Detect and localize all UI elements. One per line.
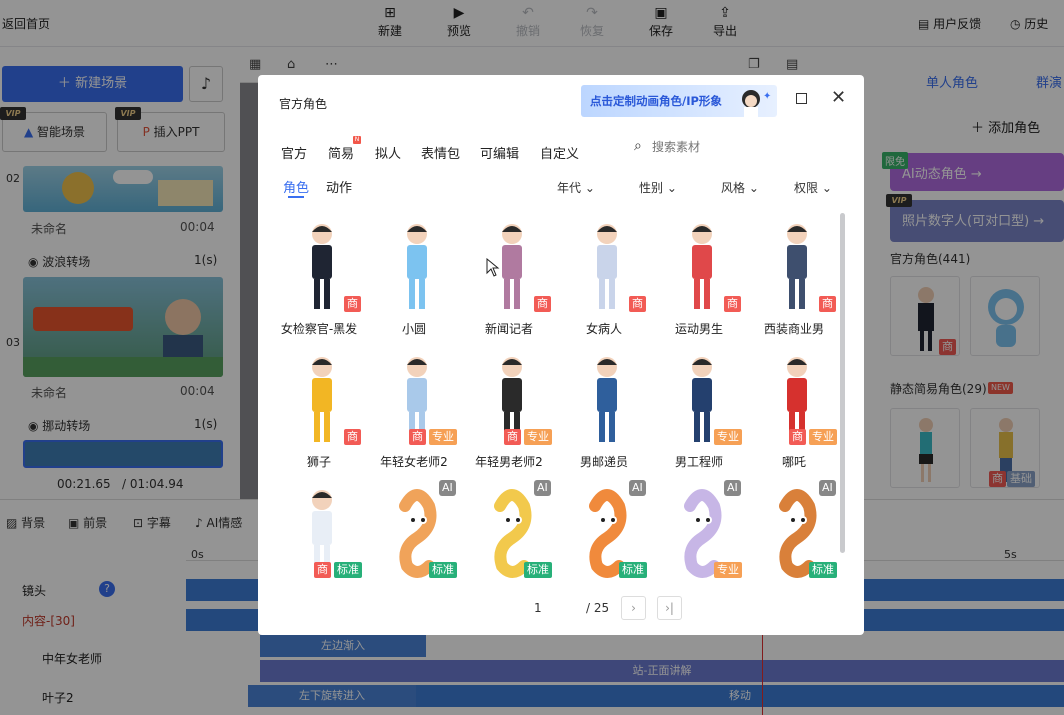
character-figure: [312, 357, 332, 442]
svg-text:✦: ✦: [763, 91, 771, 102]
character-figure: [692, 224, 712, 309]
character-name: 西装商业男: [763, 322, 824, 336]
tab-official[interactable]: 官方: [281, 143, 307, 162]
ai-badge: AI: [819, 480, 836, 496]
character-card[interactable]: 商新闻记者: [464, 214, 554, 336]
character-name: 年轻女老师2: [380, 455, 448, 469]
subtab-role[interactable]: 角色: [283, 177, 309, 196]
character-name: 男邮递员: [579, 455, 628, 469]
character-card[interactable]: AI 标准: [464, 480, 554, 582]
custom-ip-promo-banner[interactable]: 点击定制动画角色/IP形象 ✦: [581, 85, 777, 117]
commercial-badge: 商: [534, 296, 551, 312]
tab-personified[interactable]: 拟人: [375, 143, 401, 162]
character-card[interactable]: 标准商: [274, 480, 364, 582]
chevron-down-icon: ⌄: [818, 181, 832, 195]
character-figure: [597, 224, 617, 309]
pro-badge: 专业: [524, 429, 552, 445]
commercial-badge: 商: [819, 296, 836, 312]
character-name: 男工程师: [674, 455, 723, 469]
search-input[interactable]: [652, 137, 772, 157]
last-page-icon: ›|: [665, 601, 674, 615]
character-card[interactable]: 专业商年轻女老师2: [369, 347, 459, 469]
commercial-badge: 商: [344, 429, 361, 445]
ai-badge: AI: [439, 480, 456, 496]
character-card[interactable]: AI 专业: [654, 480, 744, 582]
commercial-badge: 商: [409, 429, 426, 445]
pro-badge: 专业: [714, 562, 742, 578]
avatar-illustration: ✦: [742, 90, 771, 117]
character-name: 运动男生: [674, 322, 723, 336]
commercial-badge: 商: [504, 429, 521, 445]
character-name: 女病人: [585, 322, 622, 336]
pro-badge: 专业: [429, 429, 457, 445]
character-figure: [312, 224, 332, 309]
page-current: 1: [534, 601, 542, 615]
commercial-badge: 商: [314, 562, 331, 578]
standard-badge: 标准: [619, 562, 647, 578]
ai-badge: AI: [724, 480, 741, 496]
character-figure: [407, 224, 427, 309]
pro-badge: 专业: [714, 429, 742, 445]
commercial-badge: 商: [344, 296, 361, 312]
tab-editable[interactable]: 可编辑: [480, 143, 519, 162]
character-card[interactable]: 商狮子: [274, 347, 364, 469]
character-card[interactable]: 商女检察官-黑发: [274, 214, 364, 336]
next-page-button[interactable]: ›: [621, 596, 646, 620]
character-name: 新闻记者: [484, 322, 533, 336]
mouse-cursor-icon: [486, 258, 500, 277]
character-name: 狮子: [306, 455, 331, 469]
character-card[interactable]: AI 标准: [559, 480, 649, 582]
standard-badge: 标准: [809, 562, 837, 578]
character-card[interactable]: AI 标准: [369, 480, 459, 582]
subtab-action[interactable]: 动作: [326, 177, 352, 196]
commercial-badge: 商: [789, 429, 806, 445]
tab-emoji[interactable]: 表情包: [421, 143, 460, 162]
character-card[interactable]: 商西装商业男: [749, 214, 839, 336]
character-figure: [787, 224, 807, 309]
chevron-right-icon: ›: [631, 601, 636, 615]
search-icon: ⌕: [634, 138, 642, 154]
grid-scrollbar[interactable]: [840, 213, 845, 553]
character-name: 小圆: [401, 322, 426, 336]
commercial-badge: 商: [629, 296, 646, 312]
character-card[interactable]: 专业男工程师: [654, 347, 744, 469]
pro-badge: 专业: [809, 429, 837, 445]
filter-era[interactable]: 年代 ⌄: [557, 179, 595, 196]
subtab-active-indicator: [288, 196, 304, 198]
commercial-badge: 商: [724, 296, 741, 312]
standard-badge: 标准: [524, 562, 552, 578]
character-card[interactable]: 商女病人: [559, 214, 649, 336]
filter-gender[interactable]: 性别 ⌄: [639, 179, 677, 196]
filter-style[interactable]: 风格 ⌄: [721, 179, 759, 196]
ai-badge: AI: [629, 480, 646, 496]
chevron-down-icon: ⌄: [581, 181, 595, 195]
character-card[interactable]: 男邮递员: [559, 347, 649, 469]
character-name: 哪吒: [781, 455, 806, 469]
character-card[interactable]: 专业商年轻男老师2: [464, 347, 554, 469]
chevron-down-icon: ⌄: [663, 181, 677, 195]
character-figure: [597, 357, 617, 442]
ai-badge: AI: [534, 480, 551, 496]
page-total: / 25: [586, 601, 610, 615]
maximize-button[interactable]: [796, 93, 807, 104]
character-name: 年轻男老师2: [475, 455, 543, 469]
filter-permission[interactable]: 权限 ⌄: [794, 179, 832, 196]
character-card[interactable]: 小圆: [369, 214, 459, 336]
standard-badge: 标准: [429, 562, 457, 578]
character-card[interactable]: 专业商哪吒: [749, 347, 839, 469]
character-name: 女检察官-黑发: [280, 322, 358, 336]
last-page-button[interactable]: ›|: [657, 596, 682, 620]
standard-badge: 标准: [334, 562, 362, 578]
dialog-title: 官方角色: [279, 97, 328, 111]
character-grid: 商女检察官-黑发 小圆商新闻记者商女病人商运动男生商西装商业男商狮子 专业商年轻女老…: [270, 212, 842, 582]
character-card[interactable]: 商运动男生: [654, 214, 744, 336]
tab-custom[interactable]: 自定义: [540, 143, 579, 162]
new-badge: N: [353, 136, 361, 144]
close-icon[interactable]: ✕: [831, 89, 846, 107]
character-card[interactable]: AI 标准: [749, 480, 839, 582]
tab-simple[interactable]: 简易: [328, 143, 354, 162]
chevron-down-icon: ⌄: [745, 181, 759, 195]
